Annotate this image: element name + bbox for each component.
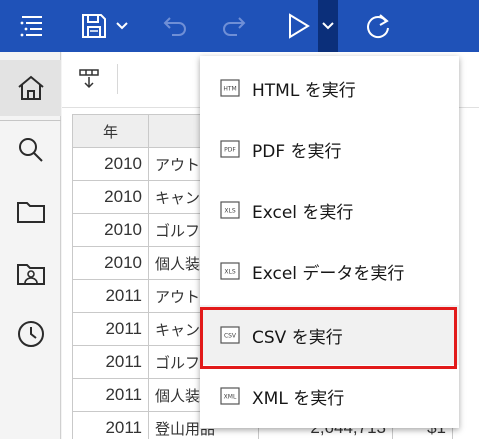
menu-item-label: Excel を実行 <box>252 202 354 223</box>
recent-clock-icon[interactable] <box>0 314 61 354</box>
undo-icon[interactable] <box>158 0 192 52</box>
pdf-file-icon: PDF <box>220 140 240 158</box>
rail-divider <box>0 120 61 121</box>
xml-file-icon: XML <box>220 387 240 405</box>
html-file-icon: HTM <box>220 79 240 97</box>
cell-year: 2011 <box>72 378 149 412</box>
menu-item-label: XML を実行 <box>252 388 345 409</box>
menu-item-label: Excel データを実行 <box>252 263 405 284</box>
insert-column-icon[interactable] <box>76 66 102 92</box>
run-icon[interactable] <box>280 0 316 52</box>
redo-icon[interactable] <box>217 0 251 52</box>
menu-item-label: HTML を実行 <box>252 80 356 101</box>
home-icon[interactable] <box>0 60 61 116</box>
menu-icon[interactable] <box>12 0 52 52</box>
team-folder-icon[interactable] <box>0 254 61 294</box>
cell-year: 2010 <box>72 180 149 214</box>
cell-year: 2010 <box>72 213 149 247</box>
svg-text:XLS: XLS <box>224 208 235 215</box>
cell-year: 2011 <box>72 312 149 346</box>
svg-text:PDF: PDF <box>224 147 236 154</box>
xls-file-icon: XLS <box>220 201 240 219</box>
svg-text:XLS: XLS <box>224 269 235 276</box>
menu-item-run-excel-data[interactable]: XLS Excel データを実行 <box>200 241 459 301</box>
xls-file-icon: XLS <box>220 262 240 280</box>
folder-icon[interactable] <box>0 192 61 232</box>
toolbar-divider <box>117 64 118 94</box>
cell-year: 2011 <box>72 345 149 379</box>
menu-item-run-xml[interactable]: XML XML を実行 <box>200 366 459 426</box>
svg-text:XML: XML <box>224 394 237 401</box>
menu-item-run-excel[interactable]: XLS Excel を実行 <box>200 180 459 240</box>
search-icon[interactable] <box>0 130 61 170</box>
cell-year: 2011 <box>72 411 149 439</box>
column-header-year[interactable]: 年 <box>72 114 149 148</box>
refresh-icon[interactable] <box>360 0 396 52</box>
cell-year: 2010 <box>72 246 149 280</box>
run-options-chevron-down-icon[interactable] <box>318 0 338 52</box>
save-options-chevron-down-icon[interactable] <box>113 0 131 52</box>
svg-text:HTM: HTM <box>223 86 236 93</box>
menu-item-label: PDF を実行 <box>252 141 342 162</box>
left-nav-rail <box>0 52 61 439</box>
cell-year: 2011 <box>72 279 149 313</box>
highlight-box <box>200 307 457 369</box>
menu-item-run-html[interactable]: HTM HTML を実行 <box>200 58 459 118</box>
cell-year: 2010 <box>72 147 149 181</box>
run-options-menu: HTM HTML を実行 PDF PDF を実行 XLS Excel を実行 X… <box>200 56 459 428</box>
top-toolbar <box>0 0 479 52</box>
save-icon[interactable] <box>76 0 112 52</box>
menu-item-run-pdf[interactable]: PDF PDF を実行 <box>200 119 459 179</box>
app-window: 年 2010 アウト $ 2010 キャン $3 <box>0 0 479 439</box>
